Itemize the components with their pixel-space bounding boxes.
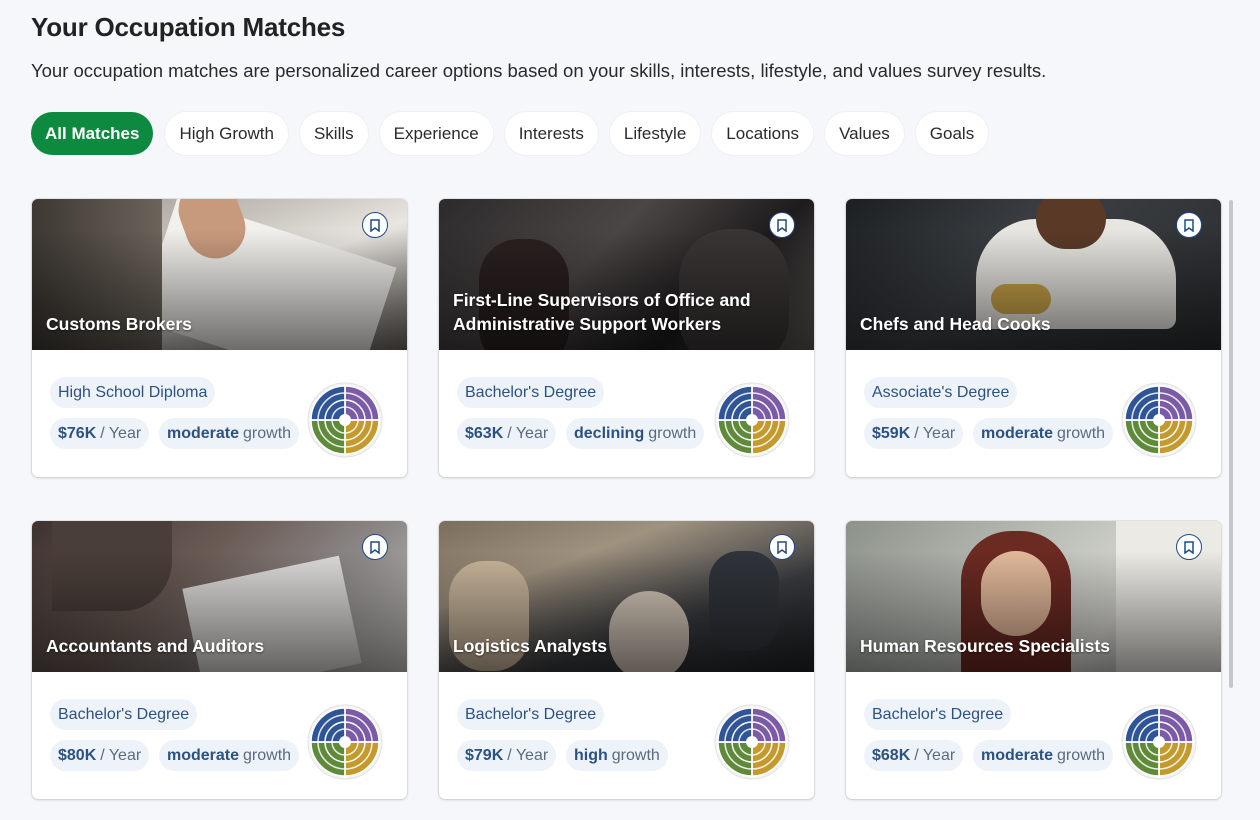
page-scrollbar[interactable] bbox=[1229, 200, 1233, 688]
occupation-card[interactable]: Customs Brokers High School Diploma $76K… bbox=[32, 199, 407, 477]
filter-experience[interactable]: Experience bbox=[379, 112, 493, 155]
match-chart-icon[interactable] bbox=[714, 704, 790, 780]
bookmark-button[interactable] bbox=[1176, 534, 1202, 560]
salary-unit: / Year bbox=[507, 424, 549, 442]
growth-unit: growth bbox=[243, 424, 292, 442]
salary-badge: $79K / Year bbox=[457, 740, 557, 771]
growth-value: moderate bbox=[981, 424, 1054, 442]
bookmark-icon bbox=[370, 540, 380, 554]
filter-bar: All Matches High Growth Skills Experienc… bbox=[31, 112, 989, 155]
growth-badge: moderate growth bbox=[973, 418, 1114, 449]
filter-interests[interactable]: Interests bbox=[504, 112, 598, 155]
degree-badge: High School Diploma bbox=[50, 377, 216, 408]
salary-unit: / Year bbox=[914, 424, 956, 442]
salary-value: $76K bbox=[58, 424, 97, 442]
occupation-photo: Human Resources Specialists bbox=[846, 521, 1221, 672]
occupation-card[interactable]: Human Resources Specialists Bachelor's D… bbox=[846, 521, 1221, 799]
growth-badge: declining growth bbox=[566, 418, 705, 449]
occupation-card[interactable]: Chefs and Head Cooks Associate's Degree … bbox=[846, 199, 1221, 477]
salary-badge: $59K / Year bbox=[864, 418, 964, 449]
occupation-title: Chefs and Head Cooks bbox=[860, 314, 1051, 334]
bookmark-icon bbox=[777, 218, 787, 232]
page-title: Your Occupation Matches bbox=[31, 12, 346, 42]
bookmark-icon bbox=[370, 218, 380, 232]
salary-value: $80K bbox=[58, 746, 97, 764]
degree-label: Associate's Degree bbox=[872, 383, 1010, 401]
bookmark-button[interactable] bbox=[362, 534, 388, 560]
degree-label: Bachelor's Degree bbox=[465, 705, 597, 723]
filter-lifestyle[interactable]: Lifestyle bbox=[609, 112, 701, 155]
occupation-grid: Customs Brokers High School Diploma $76K… bbox=[32, 199, 1222, 809]
growth-value: high bbox=[574, 746, 608, 764]
occupation-title: Human Resources Specialists bbox=[860, 636, 1110, 656]
growth-unit: growth bbox=[1057, 746, 1106, 764]
occupation-card[interactable]: First-Line Supervisors of Office and Adm… bbox=[439, 199, 814, 477]
occupation-photo: Logistics Analysts bbox=[439, 521, 814, 672]
bookmark-icon bbox=[1184, 540, 1194, 554]
growth-unit: growth bbox=[243, 746, 292, 764]
degree-badge: Bachelor's Degree bbox=[50, 699, 198, 730]
salary-value: $63K bbox=[465, 424, 504, 442]
match-chart-icon[interactable] bbox=[307, 704, 383, 780]
degree-badge: Bachelor's Degree bbox=[457, 377, 605, 408]
bookmark-icon bbox=[777, 540, 787, 554]
occupation-title: Customs Brokers bbox=[46, 314, 192, 334]
occupation-title: Logistics Analysts bbox=[453, 636, 607, 656]
match-chart-icon[interactable] bbox=[307, 382, 383, 458]
degree-badge: Bachelor's Degree bbox=[864, 699, 1012, 730]
filter-all-matches[interactable]: All Matches bbox=[31, 112, 154, 155]
growth-unit: growth bbox=[1057, 424, 1106, 442]
growth-badge: high growth bbox=[566, 740, 668, 771]
occupation-photo: Chefs and Head Cooks bbox=[846, 199, 1221, 350]
salary-unit: / Year bbox=[914, 746, 956, 764]
degree-label: High School Diploma bbox=[58, 383, 208, 401]
filter-skills[interactable]: Skills bbox=[299, 112, 368, 155]
salary-unit: / Year bbox=[100, 424, 142, 442]
salary-value: $79K bbox=[465, 746, 504, 764]
degree-label: Bachelor's Degree bbox=[465, 383, 597, 401]
degree-label: Bachelor's Degree bbox=[58, 705, 190, 723]
growth-unit: growth bbox=[611, 746, 660, 764]
occupation-photo: Accountants and Auditors bbox=[32, 521, 407, 672]
growth-badge: moderate growth bbox=[159, 740, 300, 771]
salary-unit: / Year bbox=[100, 746, 142, 764]
bookmark-button[interactable] bbox=[1176, 212, 1202, 238]
salary-value: $59K bbox=[872, 424, 911, 442]
filter-high-growth[interactable]: High Growth bbox=[165, 112, 288, 155]
occupation-card[interactable]: Accountants and Auditors Bachelor's Degr… bbox=[32, 521, 407, 799]
occupation-photo: Customs Brokers bbox=[32, 199, 407, 350]
growth-value: moderate bbox=[167, 424, 240, 442]
salary-badge: $68K / Year bbox=[864, 740, 964, 771]
bookmark-button[interactable] bbox=[769, 212, 795, 238]
match-chart-icon[interactable] bbox=[1121, 382, 1197, 458]
bookmark-icon bbox=[1184, 218, 1194, 232]
salary-badge: $63K / Year bbox=[457, 418, 557, 449]
growth-badge: moderate growth bbox=[159, 418, 300, 449]
bookmark-button[interactable] bbox=[769, 534, 795, 560]
page-subtitle: Your occupation matches are personalized… bbox=[31, 60, 1047, 81]
growth-unit: growth bbox=[648, 424, 697, 442]
occupation-title: Accountants and Auditors bbox=[46, 636, 265, 656]
growth-value: moderate bbox=[167, 746, 240, 764]
growth-value: declining bbox=[574, 424, 645, 442]
degree-badge: Associate's Degree bbox=[864, 377, 1018, 408]
occupation-photo: First-Line Supervisors of Office and Adm… bbox=[439, 199, 814, 350]
salary-unit: / Year bbox=[507, 746, 549, 764]
salary-badge: $76K / Year bbox=[50, 418, 150, 449]
filter-locations[interactable]: Locations bbox=[712, 112, 814, 155]
bookmark-button[interactable] bbox=[362, 212, 388, 238]
match-chart-icon[interactable] bbox=[1121, 704, 1197, 780]
salary-value: $68K bbox=[872, 746, 911, 764]
growth-value: moderate bbox=[981, 746, 1054, 764]
occupation-title: First-Line Supervisors of Office and Adm… bbox=[453, 290, 751, 334]
degree-label: Bachelor's Degree bbox=[872, 705, 1004, 723]
degree-badge: Bachelor's Degree bbox=[457, 699, 605, 730]
salary-badge: $80K / Year bbox=[50, 740, 150, 771]
occupation-card[interactable]: Logistics Analysts Bachelor's Degree $79… bbox=[439, 521, 814, 799]
filter-goals[interactable]: Goals bbox=[915, 112, 989, 155]
filter-values[interactable]: Values bbox=[825, 112, 904, 155]
match-chart-icon[interactable] bbox=[714, 382, 790, 458]
growth-badge: moderate growth bbox=[973, 740, 1114, 771]
